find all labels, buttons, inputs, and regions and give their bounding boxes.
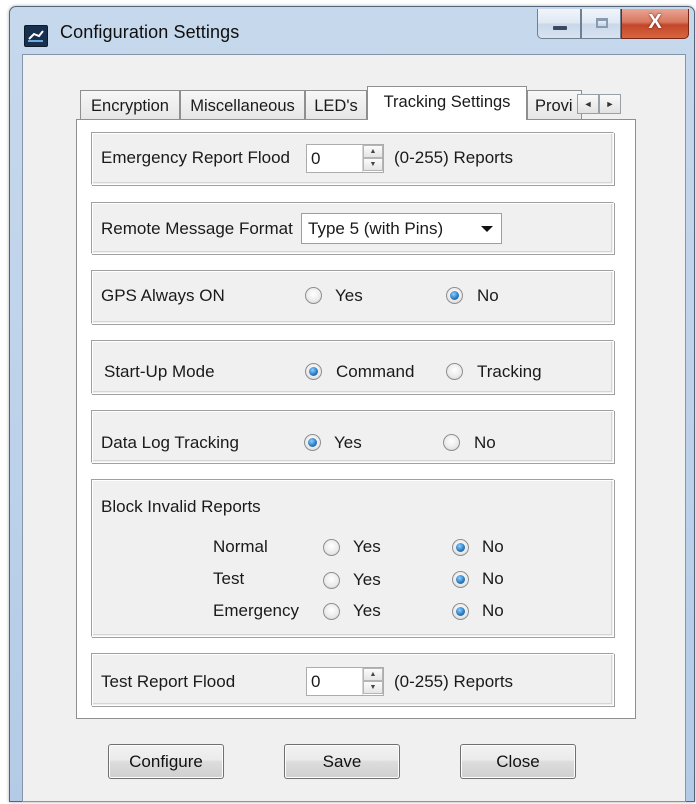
startup-command-label[interactable]: Command — [336, 362, 414, 382]
maximize-button[interactable] — [581, 9, 621, 39]
tracking-settings-panel: Emergency Report Flood 0 ▲ ▼ (0-255) Rep… — [76, 119, 636, 719]
data-log-group: Data Log Tracking Yes No — [91, 410, 614, 463]
remote-format-label: Remote Message Format — [101, 219, 293, 238]
block-emergency-yes-radio[interactable] — [323, 603, 340, 620]
close-icon: X — [648, 11, 662, 33]
chevron-down-icon — [481, 226, 493, 232]
spin-up-icon[interactable]: ▲ — [363, 668, 383, 681]
block-invalid-group: Block Invalid Reports Normal Yes No Test… — [91, 479, 614, 637]
gps-no-radio[interactable] — [446, 287, 463, 304]
close-window-button[interactable]: X — [621, 9, 689, 39]
emergency-flood-value: 0 — [311, 149, 321, 168]
block-emergency-label: Emergency — [213, 601, 299, 620]
block-test-label: Test — [213, 569, 245, 588]
spin-down-icon[interactable]: ▼ — [363, 158, 383, 171]
emergency-flood-suffix: (0-255) Reports — [394, 148, 514, 167]
emergency-flood-label: Emergency Report Flood — [101, 148, 290, 167]
block-invalid-label: Block Invalid Reports — [101, 497, 261, 516]
block-test-yes-label[interactable]: Yes — [353, 570, 381, 590]
client-area: Encryption Miscellaneous LED's Tracking … — [22, 54, 686, 802]
block-emergency-no-radio[interactable] — [452, 603, 469, 620]
tab-encryption[interactable]: Encryption — [80, 90, 180, 119]
test-flood-spin-buttons[interactable]: ▲ ▼ — [362, 668, 383, 695]
data-log-label: Data Log Tracking — [101, 433, 239, 452]
minimize-button[interactable] — [537, 9, 581, 39]
tab-scroll-left-icon[interactable]: ◄ — [577, 94, 599, 114]
block-normal-yes-label[interactable]: Yes — [353, 537, 381, 557]
gps-always-on-label: GPS Always ON — [101, 286, 225, 305]
startup-mode-group: Start-Up Mode Command Tracking — [91, 340, 614, 394]
window-title: Configuration Settings — [60, 22, 240, 42]
tab-scroll-buttons: ◄ ► — [577, 92, 623, 114]
minimize-icon — [553, 26, 567, 30]
tab-scroll-right-icon[interactable]: ► — [599, 94, 621, 114]
maximize-icon — [596, 18, 608, 28]
data-log-no-label[interactable]: No — [474, 433, 496, 453]
remote-format-select[interactable]: Type 5 (with Pins) — [301, 213, 502, 244]
block-normal-label: Normal — [213, 537, 268, 556]
data-log-yes-label[interactable]: Yes — [334, 433, 362, 453]
block-normal-no-radio[interactable] — [452, 539, 469, 556]
emergency-flood-spinner[interactable]: 0 ▲ ▼ — [306, 144, 384, 173]
block-normal-yes-radio[interactable] — [323, 539, 340, 556]
app-icon — [24, 25, 48, 47]
spin-up-icon[interactable]: ▲ — [363, 145, 383, 158]
test-flood-label: Test Report Flood — [101, 672, 236, 691]
startup-command-radio[interactable] — [305, 363, 322, 380]
data-log-yes-radio[interactable] — [304, 434, 321, 451]
spin-down-icon[interactable]: ▼ — [363, 681, 383, 694]
block-emergency-yes-label[interactable]: Yes — [353, 601, 381, 621]
gps-no-label[interactable]: No — [477, 286, 499, 306]
data-log-no-radio[interactable] — [443, 434, 460, 451]
block-emergency-no-label[interactable]: No — [482, 601, 504, 621]
close-button[interactable]: Close — [460, 744, 576, 779]
block-normal-no-label[interactable]: No — [482, 537, 504, 557]
remote-format-group: Remote Message Format Type 5 (with Pins) — [91, 202, 614, 254]
gps-always-on-group: GPS Always ON Yes No — [91, 270, 614, 324]
gps-yes-label[interactable]: Yes — [335, 286, 363, 306]
tab-tracking-settings[interactable]: Tracking Settings — [367, 86, 527, 120]
block-test-no-label[interactable]: No — [482, 569, 504, 589]
main-window: Configuration Settings X Encryption Misc… — [9, 6, 695, 802]
startup-mode-label: Start-Up Mode — [104, 362, 215, 381]
tab-leds[interactable]: LED's — [305, 90, 367, 119]
gps-yes-radio[interactable] — [305, 287, 322, 304]
test-flood-value: 0 — [311, 672, 321, 691]
emergency-flood-spin-buttons[interactable]: ▲ ▼ — [362, 145, 383, 172]
startup-tracking-label[interactable]: Tracking — [477, 362, 542, 382]
remote-format-value: Type 5 (with Pins) — [308, 219, 444, 238]
block-test-yes-radio[interactable] — [323, 572, 340, 589]
test-flood-group: Test Report Flood 0 ▲ ▼ (0-255) Reports — [91, 653, 614, 706]
emergency-flood-group: Emergency Report Flood 0 ▲ ▼ (0-255) Rep… — [91, 132, 614, 185]
tab-provi[interactable]: Provi — [527, 90, 582, 119]
block-test-no-radio[interactable] — [452, 571, 469, 588]
test-flood-suffix: (0-255) Reports — [394, 672, 514, 691]
tab-miscellaneous[interactable]: Miscellaneous — [180, 90, 305, 119]
startup-tracking-radio[interactable] — [446, 363, 463, 380]
test-flood-spinner[interactable]: 0 ▲ ▼ — [306, 667, 384, 696]
configure-button[interactable]: Configure — [108, 744, 224, 779]
save-button[interactable]: Save — [284, 744, 400, 779]
